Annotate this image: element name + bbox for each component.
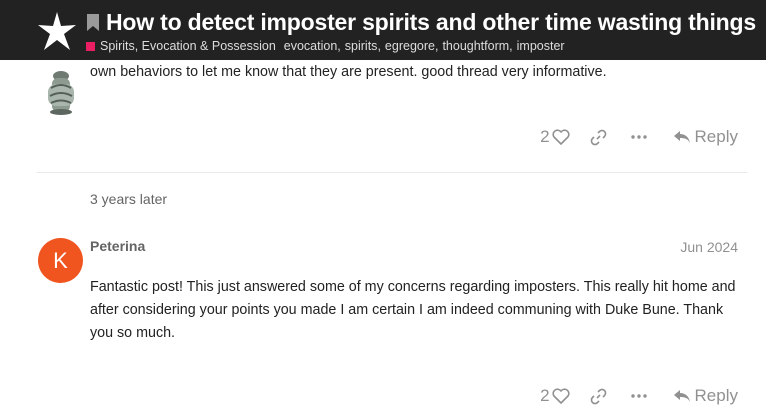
time-gap: 3 years later (90, 191, 168, 207)
tag-link[interactable]: thoughtform (442, 39, 509, 53)
category-tags-row: Spirits, Evocation & Possession evocatio… (86, 38, 565, 54)
reply-button[interactable]: Reply (695, 127, 738, 147)
link-icon[interactable] (590, 388, 607, 405)
tag-link[interactable]: imposter (517, 39, 565, 53)
post-actions: 2 Reply (540, 127, 738, 147)
reply-icon[interactable] (673, 389, 691, 403)
reply-button[interactable]: Reply (695, 386, 738, 406)
post-date[interactable]: Jun 2024 (680, 239, 738, 255)
tag-link[interactable]: egregore (385, 39, 435, 53)
heart-icon[interactable] (551, 388, 570, 404)
star-logo-icon[interactable] (37, 11, 77, 51)
ellipsis-icon[interactable] (630, 394, 647, 398)
like-count[interactable]: 2 (540, 127, 549, 147)
post-divider (37, 172, 747, 173)
post-body: Fantastic post! This just answered some … (90, 279, 736, 341)
category-link[interactable]: Spirits, Evocation & Possession (100, 39, 276, 53)
bookmark-icon[interactable] (86, 13, 100, 32)
post-body: own behaviors to let me know that they a… (90, 64, 607, 80)
avatar[interactable]: K (38, 238, 83, 283)
tag-link[interactable]: spirits (345, 39, 378, 53)
link-icon[interactable] (590, 129, 607, 146)
category-badge-icon (86, 41, 95, 51)
topic-header: How to detect imposter spirits and other… (0, 0, 766, 60)
ellipsis-icon[interactable] (630, 135, 647, 139)
avatar[interactable] (40, 70, 82, 116)
heart-icon[interactable] (551, 129, 570, 145)
topic-title[interactable]: How to detect imposter spirits and other… (106, 9, 756, 36)
tag-link[interactable]: evocation (284, 39, 338, 53)
like-count[interactable]: 2 (540, 386, 549, 406)
reply-icon[interactable] (673, 130, 691, 144)
username[interactable]: Peterina (90, 238, 145, 254)
post-actions: 2 Reply (540, 386, 738, 406)
